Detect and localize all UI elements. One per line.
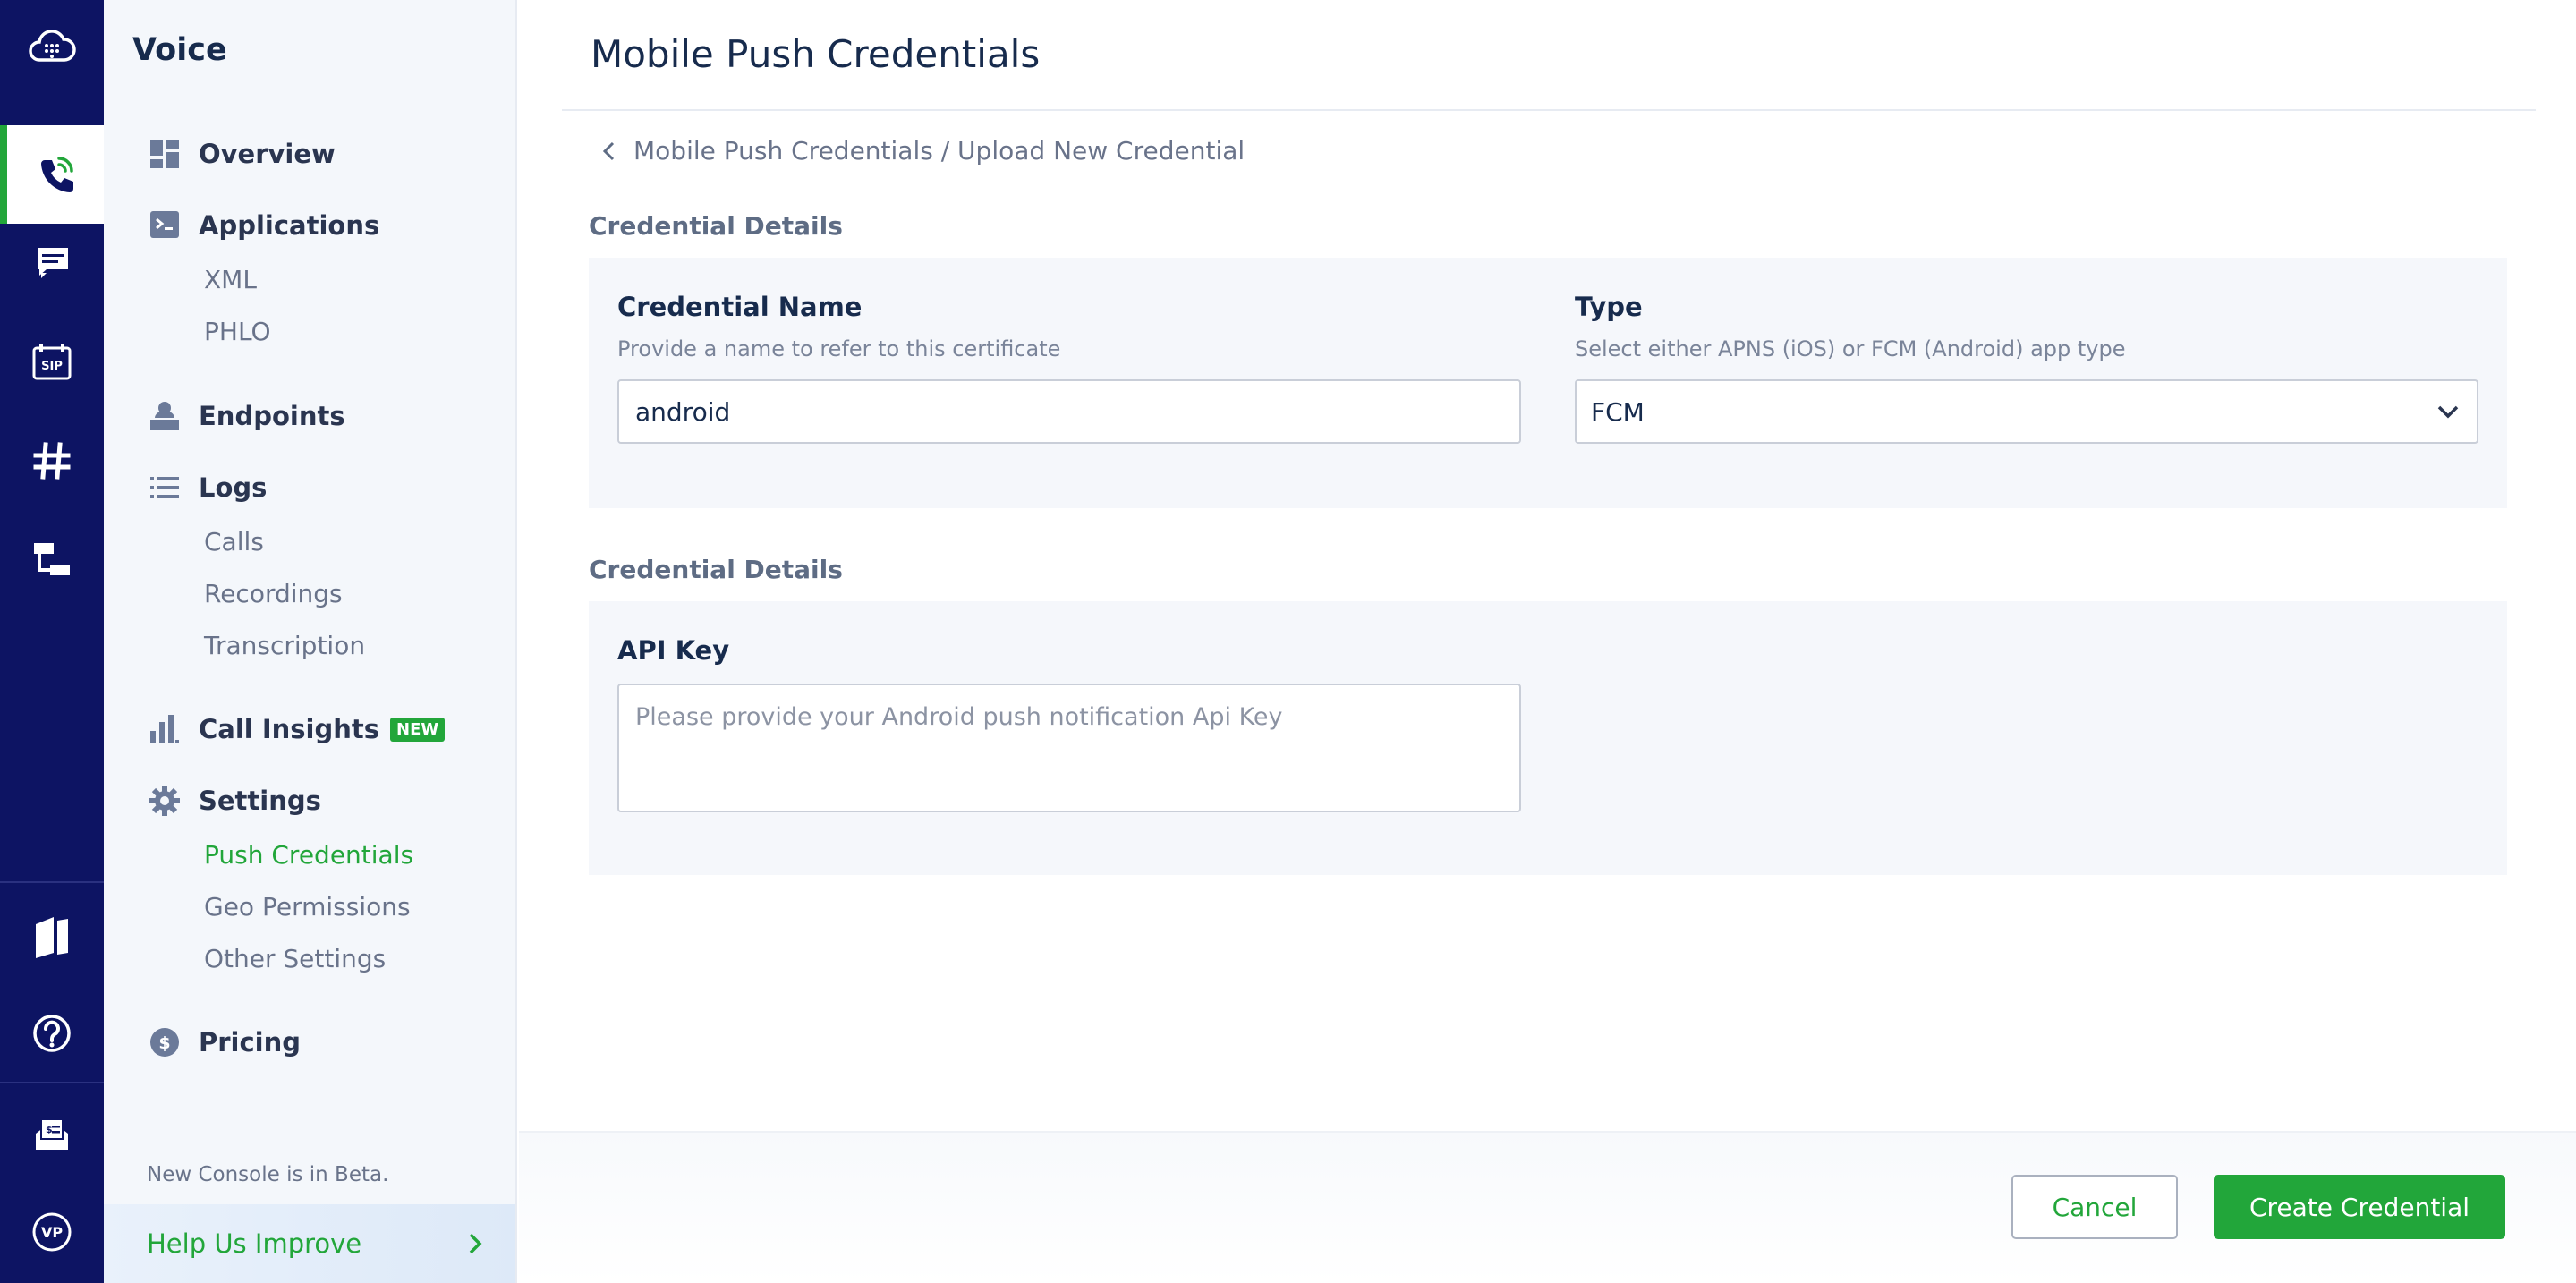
sidebar-label-endpoints: Endpoints	[199, 401, 345, 431]
docs-nav-button[interactable]	[0, 886, 104, 984]
billing-nav-button[interactable]: $	[0, 1084, 104, 1183]
book-icon	[36, 917, 68, 958]
beta-note: New Console is in Beta.	[147, 1163, 389, 1186]
phone-icon	[41, 157, 73, 192]
svg-text:SIP: SIP	[41, 360, 63, 373]
sidebar-label-call-insights: Call Insights	[199, 714, 379, 744]
phlo-nav-button[interactable]	[0, 510, 104, 608]
dashboard-icon	[150, 140, 179, 168]
type-help: Select either APNS (iOS) or FCM (Android…	[1575, 336, 2126, 361]
type-select[interactable]: FCM	[1575, 379, 2478, 444]
sip-icon: SIP	[32, 344, 72, 380]
sidebar-item-other-settings[interactable]: Other Settings	[204, 944, 386, 973]
sidebar-item-push-credentials[interactable]: Push Credentials	[204, 840, 413, 870]
billing-icon: $	[36, 1118, 68, 1150]
cloud-keypad-icon	[29, 30, 76, 62]
chevron-right-icon	[469, 1233, 482, 1254]
sidebar-item-phlo[interactable]: PHLO	[204, 317, 271, 346]
sidebar-item-endpoints[interactable]: Endpoints	[149, 400, 345, 432]
numbers-nav-button[interactable]	[0, 412, 104, 510]
endpoint-icon	[150, 402, 179, 430]
sidebar-item-overview[interactable]: Overview	[149, 138, 336, 170]
hash-icon	[33, 442, 71, 480]
svg-text:$: $	[46, 1124, 53, 1135]
section-label-api-credentials: Credential Details	[589, 555, 843, 584]
section-label-credential-details: Credential Details	[589, 211, 843, 241]
credential-name-help: Provide a name to refer to this certific…	[617, 336, 1061, 361]
avatar-icon: VP	[32, 1212, 72, 1252]
sidebar-label-pricing: Pricing	[199, 1027, 302, 1058]
sidebar-item-settings[interactable]: Settings	[149, 785, 321, 817]
dollar-icon: $	[150, 1028, 179, 1057]
voice-sidebar: Voice Overview Applications XML PHLO End…	[104, 0, 517, 1283]
api-key-label: API Key	[617, 635, 730, 666]
sidebar-item-pricing[interactable]: $ Pricing	[149, 1026, 301, 1058]
type-select-value: FCM	[1591, 396, 1645, 427]
chevron-down-icon	[2437, 405, 2459, 419]
sidebar-item-geo-permissions[interactable]: Geo Permissions	[204, 892, 411, 922]
svg-text:$: $	[158, 1033, 170, 1053]
breadcrumb[interactable]: Mobile Push Credentials / Upload New Cre…	[598, 136, 1245, 166]
sidebar-item-applications[interactable]: Applications	[149, 209, 379, 242]
sip-nav-button[interactable]: SIP	[0, 313, 104, 412]
bar-chart-icon	[150, 715, 179, 743]
sidebar-item-calls[interactable]: Calls	[204, 527, 264, 557]
sidebar-title: Voice	[132, 32, 227, 68]
icon-rail: SIP $ VP	[0, 0, 104, 1283]
credential-name-label: Credential Name	[617, 292, 863, 322]
sidebar-item-xml[interactable]: XML	[204, 265, 257, 294]
sidebar-label-applications: Applications	[199, 210, 380, 241]
question-icon	[33, 1015, 71, 1052]
help-us-improve-label: Help Us Improve	[147, 1228, 362, 1259]
voice-nav-button[interactable]	[0, 125, 104, 224]
svg-text:VP: VP	[41, 1224, 63, 1241]
type-label: Type	[1575, 292, 1643, 322]
credential-details-panel: Credential Name Provide a name to refer …	[589, 258, 2507, 508]
sidebar-item-call-insights[interactable]: Call Insights NEW	[149, 713, 446, 745]
terminal-icon	[150, 211, 179, 238]
flow-icon	[34, 543, 70, 575]
sidebar-label-logs: Logs	[199, 472, 268, 503]
breadcrumb-text: Mobile Push Credentials / Upload New Cre…	[633, 136, 1245, 166]
chat-icon	[38, 248, 68, 278]
new-badge: NEW	[390, 717, 446, 742]
gear-icon	[149, 786, 180, 816]
sidebar-item-recordings[interactable]: Recordings	[204, 579, 343, 608]
profile-nav-button[interactable]: VP	[0, 1183, 104, 1281]
chevron-left-icon	[602, 141, 615, 160]
sidebar-item-transcription[interactable]: Transcription	[204, 631, 365, 660]
create-credential-button[interactable]: Create Credential	[2214, 1175, 2505, 1239]
list-icon	[150, 477, 179, 498]
help-nav-button[interactable]	[0, 984, 104, 1083]
cloud-logo-button[interactable]	[0, 0, 104, 98]
sidebar-label-settings: Settings	[199, 786, 321, 816]
messaging-nav-button[interactable]	[0, 215, 104, 313]
sidebar-item-logs[interactable]: Logs	[149, 472, 267, 504]
sidebar-label-overview: Overview	[199, 139, 336, 169]
credential-name-input[interactable]	[617, 379, 1521, 444]
title-divider	[562, 109, 2536, 111]
cancel-button[interactable]: Cancel	[2011, 1175, 2178, 1239]
page-title: Mobile Push Credentials	[591, 32, 1041, 76]
api-key-textarea[interactable]	[617, 684, 1521, 812]
help-us-improve-link[interactable]: Help Us Improve	[104, 1204, 515, 1283]
api-key-panel: API Key	[589, 601, 2507, 875]
